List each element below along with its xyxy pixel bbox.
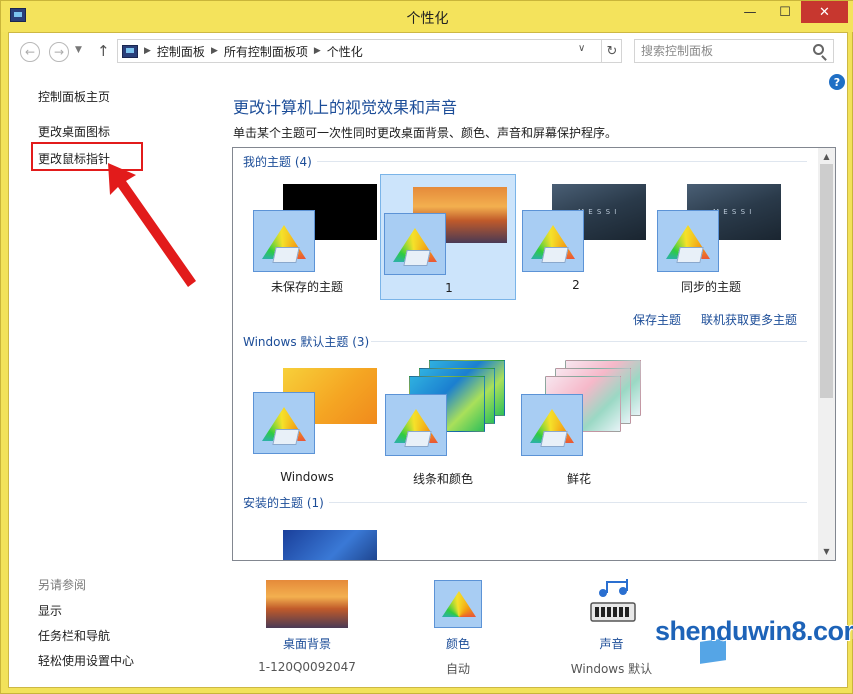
group-my-themes[interactable]: 我的主题 (4)	[243, 153, 312, 170]
minimize-button[interactable]: —	[736, 1, 764, 23]
scroll-up-icon[interactable]: ▲	[818, 149, 835, 164]
chevron-right-icon[interactable]: ▶	[211, 46, 218, 56]
up-arrow-icon[interactable]: ↑	[97, 42, 110, 60]
back-button[interactable]: ←	[20, 42, 40, 62]
page-title: 更改计算机上的视觉效果和声音	[233, 98, 458, 117]
search-icon[interactable]	[813, 44, 824, 55]
search-input[interactable]	[641, 43, 801, 59]
theme-tile-2[interactable]: 2	[508, 172, 646, 298]
theme-label: 鲜花	[566, 472, 591, 486]
window: 个性化 — ☐ ✕ ← → ▼ ↑ ▶ 控制面板 ▶ 所有控制面板项 ▶ 个性化…	[0, 0, 853, 694]
breadcrumb-personalization[interactable]: 个性化	[327, 43, 363, 60]
sound-value: Windows 默认	[570, 662, 653, 676]
palette-icon	[385, 394, 447, 456]
sound-link[interactable]: 声音	[554, 635, 669, 652]
forward-icon: →	[53, 45, 65, 59]
control-panel-icon	[122, 44, 138, 58]
theme-label: 未保存的主题	[270, 280, 343, 294]
theme-label: Windows	[280, 470, 334, 484]
color-value: 自动	[445, 662, 470, 676]
theme-tile-unsaved[interactable]: 未保存的主题	[239, 172, 377, 298]
scrollbar-thumb[interactable]	[820, 164, 833, 398]
navigation-bar: ← → ▼ ↑ ▶ 控制面板 ▶ 所有控制面板项 ▶ 个性化 ∨ ↻	[9, 33, 847, 69]
theme-tile-lines-colors[interactable]: 线条和颜色	[375, 354, 511, 486]
palette-icon	[253, 210, 315, 272]
client-area: ← → ▼ ↑ ▶ 控制面板 ▶ 所有控制面板项 ▶ 个性化 ∨ ↻ ? 控制面…	[8, 32, 848, 688]
address-bar[interactable]: ▶ 控制面板 ▶ 所有控制面板项 ▶ 个性化 ∨ ↻	[117, 39, 622, 63]
theme-tile-1[interactable]: 1	[380, 174, 516, 300]
title-bar[interactable]: 个性化 — ☐ ✕	[1, 1, 853, 32]
group-divider	[371, 341, 807, 342]
link-display[interactable]: 显示	[38, 602, 62, 619]
scroll-down-icon[interactable]: ▼	[818, 544, 835, 559]
group-windows-default-themes[interactable]: Windows 默认主题 (3)	[243, 333, 369, 350]
color-link[interactable]: 颜色	[418, 635, 498, 652]
group-divider	[329, 502, 807, 503]
window-title: 个性化	[406, 11, 449, 27]
palette-icon	[522, 210, 584, 272]
palette-icon	[521, 394, 583, 456]
theme-tile-installed[interactable]	[239, 514, 377, 560]
refresh-icon: ↻	[606, 43, 618, 59]
sound-icon[interactable]	[589, 579, 639, 629]
minimize-icon: —	[743, 4, 757, 20]
theme-tile-synced[interactable]: 同步的主题	[643, 172, 781, 298]
chevron-right-icon[interactable]: ▶	[314, 46, 321, 56]
theme-tile-windows[interactable]: Windows	[239, 354, 377, 484]
breadcrumb-all-items[interactable]: 所有控制面板项	[224, 43, 308, 60]
watermark-text: shenduwin8.com	[655, 616, 853, 646]
group-installed-themes[interactable]: 安装的主题 (1)	[243, 494, 324, 511]
help-icon[interactable]: ?	[829, 74, 845, 90]
recent-pages-dropdown[interactable]: ▼	[75, 45, 82, 55]
theme-label: 1	[445, 281, 453, 295]
red-arrow-annotation	[108, 163, 196, 287]
theme-list[interactable]: 我的主题 (4) 未保存的主题 1 2 同步的主题	[232, 147, 836, 561]
link-ease-of-access[interactable]: 轻松使用设置中心	[38, 652, 134, 669]
desktop-background-value: 1-120Q0092047	[258, 660, 356, 674]
maximize-button[interactable]: ☐	[771, 1, 799, 23]
theme-label: 线条和颜色	[412, 472, 473, 486]
palette-icon	[657, 210, 719, 272]
theme-label: 同步的主题	[680, 280, 741, 294]
link-control-panel-home[interactable]: 控制面板主页	[38, 88, 110, 105]
palette-icon	[253, 392, 315, 454]
chevron-down-icon[interactable]: ∨	[578, 43, 585, 54]
group-divider	[317, 161, 807, 162]
close-button[interactable]: ✕	[801, 1, 848, 23]
chevron-right-icon[interactable]: ▶	[144, 46, 151, 56]
color-setting[interactable]: 颜色 自动	[418, 635, 498, 677]
search-box	[634, 39, 834, 63]
save-theme-link[interactable]: 保存主题	[633, 311, 681, 328]
palette-icon[interactable]	[434, 580, 482, 628]
forward-button[interactable]: →	[49, 42, 69, 62]
desktop-background-thumbnail[interactable]	[266, 580, 348, 628]
theme-tile-flowers[interactable]: 鲜花	[511, 354, 647, 486]
breadcrumb-control-panel[interactable]: 控制面板	[157, 43, 205, 60]
refresh-button[interactable]: ↻	[601, 40, 622, 62]
sound-setting[interactable]: 声音 Windows 默认	[554, 635, 669, 677]
palette-icon	[384, 213, 446, 275]
close-icon: ✕	[819, 4, 830, 20]
back-icon: ←	[24, 45, 36, 59]
desktop-background-setting[interactable]: 桌面背景 1-120Q0092047	[249, 635, 365, 674]
theme-label: 2	[572, 278, 580, 292]
link-taskbar-navigation[interactable]: 任务栏和导航	[38, 627, 110, 644]
desktop-background-link[interactable]: 桌面背景	[249, 635, 365, 652]
get-more-themes-online-link[interactable]: 联机获取更多主题	[701, 311, 797, 328]
link-change-desktop-icons[interactable]: 更改桌面图标	[38, 123, 110, 140]
theme-preview	[283, 530, 377, 560]
vertical-scrollbar[interactable]: ▲ ▼	[818, 148, 835, 560]
maximize-icon: ☐	[779, 4, 791, 20]
see-also-label: 另请参阅	[38, 578, 87, 592]
page-description: 单击某个主题可一次性同时更改桌面背景、颜色、声音和屏幕保护程序。	[233, 126, 618, 140]
